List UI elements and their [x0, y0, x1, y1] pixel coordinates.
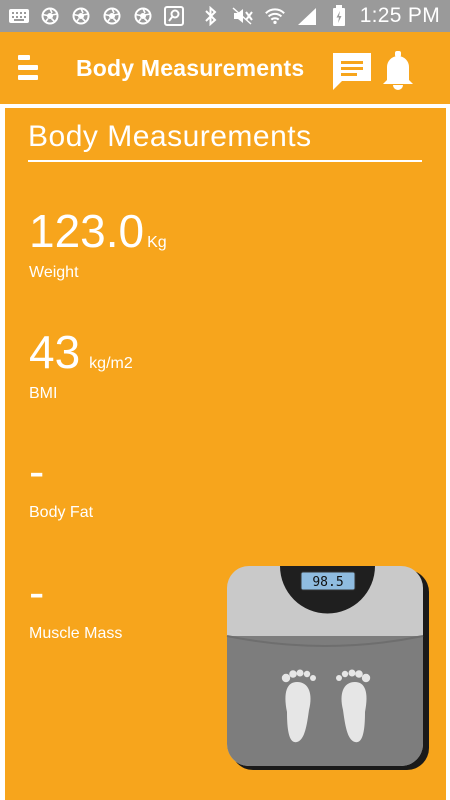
measurements-card: Body Measurements 123.0 Kg Weight 43 kg/… [5, 108, 446, 800]
muscle-mass-value: - [29, 566, 45, 618]
scale-display-reading: 98.5 [312, 575, 343, 590]
keyboard-icon [8, 7, 30, 25]
bmi-value-row: 43 kg/m2 [29, 329, 133, 375]
bmi-value: 43 [29, 326, 81, 378]
body-fat-label: Body Fat [29, 504, 94, 521]
aperture-icon [132, 7, 154, 25]
battery-charging-icon [328, 5, 350, 26]
body-fat-value-row: - [29, 448, 93, 494]
muscle-mass-label: Muscle Mass [29, 625, 123, 642]
system-icons: 1:25 PM [200, 4, 450, 28]
bmi-unit: kg/m2 [89, 355, 133, 372]
status-bar: 1:25 PM [0, 0, 450, 32]
menu-icon[interactable] [18, 53, 44, 83]
mute-icon [232, 7, 254, 25]
aperture-icon [39, 7, 61, 25]
chat-icon[interactable] [330, 51, 374, 91]
title-divider [28, 160, 422, 162]
body-fat-value: - [29, 445, 45, 497]
bmi-metric[interactable]: 43 kg/m2 BMI [29, 329, 133, 403]
card-title: Body Measurements [28, 120, 312, 153]
bmi-label: BMI [29, 385, 58, 402]
weight-unit: Kg [147, 234, 167, 251]
signal-icon [296, 7, 318, 25]
search-app-icon [163, 6, 185, 26]
muscle-mass-value-row: - [29, 569, 122, 615]
weight-metric[interactable]: 123.0 Kg Weight [29, 208, 167, 282]
bell-icon[interactable] [380, 50, 416, 90]
status-time: 1:25 PM [359, 4, 440, 27]
aperture-icon [101, 7, 123, 25]
app-title: Body Measurements [76, 55, 305, 81]
app-bar: Body Measurements [0, 32, 450, 104]
weight-value-row: 123.0 Kg [29, 208, 167, 254]
notification-icons [0, 6, 185, 26]
scale-illustration: 98.5 [225, 564, 431, 774]
body-fat-metric[interactable]: - Body Fat [29, 448, 93, 522]
aperture-icon [70, 7, 92, 25]
bluetooth-icon [200, 6, 222, 26]
muscle-mass-metric[interactable]: - Muscle Mass [29, 569, 122, 643]
wifi-icon [264, 7, 286, 25]
weight-value: 123.0 [29, 205, 145, 257]
weight-label: Weight [29, 264, 79, 281]
